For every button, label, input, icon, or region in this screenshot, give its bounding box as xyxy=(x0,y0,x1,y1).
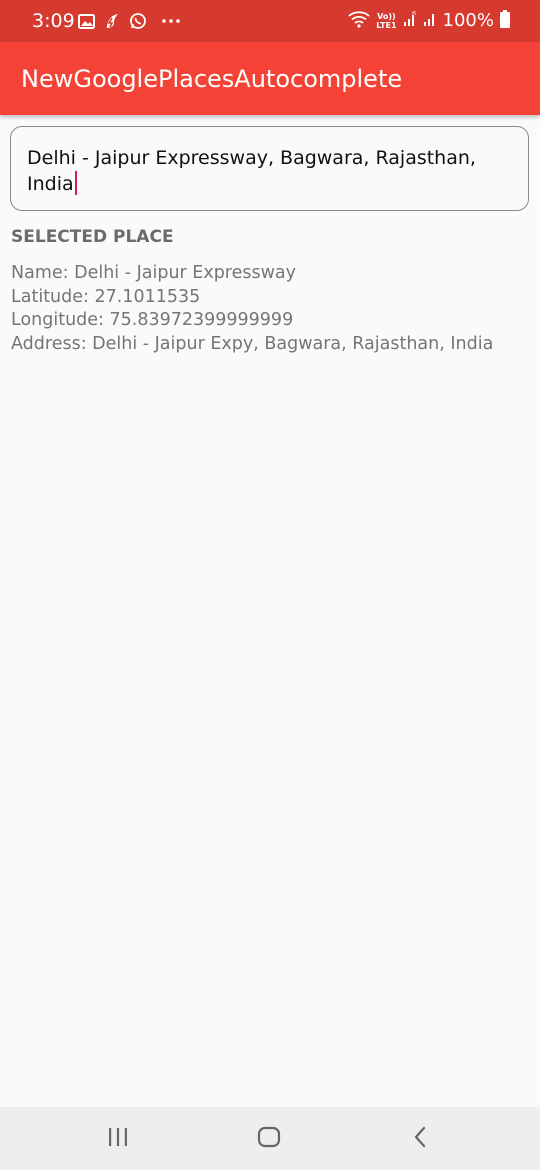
notification-icons xyxy=(78,10,181,32)
recents-icon xyxy=(107,1127,129,1151)
home-button[interactable] xyxy=(255,1126,283,1152)
place-longitude: Longitude: 75.83972399999999 xyxy=(11,310,294,330)
system-nav-bar xyxy=(0,1107,540,1170)
back-icon xyxy=(412,1126,428,1152)
selected-place-heading: SELECTED PLACE xyxy=(11,227,174,247)
place-search-input[interactable]: Delhi - Jaipur Expressway, Bagwara, Raja… xyxy=(10,126,529,211)
place-latitude: Latitude: 27.1011535 xyxy=(11,286,201,307)
status-time: 3:09 xyxy=(32,10,75,32)
selected-place-details: Name: Delhi - Jaipur Expressway Latitude… xyxy=(11,262,493,356)
network-label-top: Vo)) xyxy=(377,12,396,21)
back-button[interactable] xyxy=(406,1126,434,1152)
status-bar: 3:09 Vo)) LTE1 R 100% xyxy=(0,0,540,42)
more-dots-icon xyxy=(161,18,181,24)
signal-icon: R xyxy=(403,10,417,31)
signal-icon xyxy=(423,11,437,31)
network-label-bottom: LTE1 xyxy=(376,21,397,30)
battery-icon xyxy=(500,10,510,32)
bolt-app-icon xyxy=(103,12,121,30)
place-name: Name: Delhi - Jaipur Expressway xyxy=(11,263,297,283)
svg-text:R: R xyxy=(412,11,416,17)
volte-icon: Vo)) LTE1 xyxy=(376,12,396,30)
home-icon xyxy=(257,1126,281,1152)
status-right-icons: Vo)) LTE1 R 100% xyxy=(348,9,510,33)
whatsapp-icon xyxy=(129,12,147,30)
place-search-value[interactable]: Delhi - Jaipur Expressway, Bagwara, Raja… xyxy=(27,147,476,195)
app-bar: NewGooglePlacesAutocomplete xyxy=(0,42,540,115)
wifi-icon xyxy=(348,10,370,32)
recents-button[interactable] xyxy=(104,1126,132,1152)
app-title: NewGooglePlacesAutocomplete xyxy=(21,65,403,93)
battery-percent: 100% xyxy=(442,10,494,31)
place-address: Address: Delhi - Jaipur Expy, Bagwara, R… xyxy=(11,333,494,354)
text-cursor xyxy=(74,171,77,195)
image-icon xyxy=(78,13,95,29)
